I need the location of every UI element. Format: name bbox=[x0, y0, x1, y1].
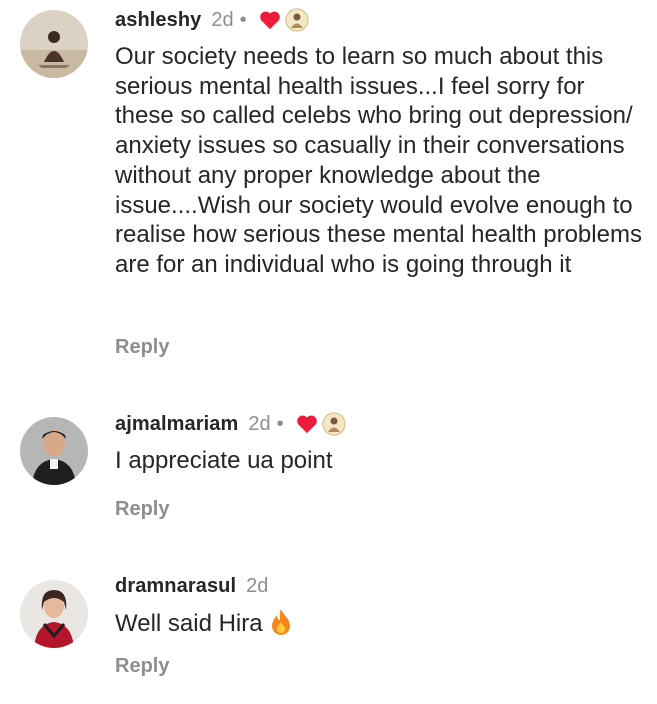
username[interactable]: ajmalmariam bbox=[115, 410, 238, 438]
username[interactable]: ashleshy bbox=[115, 6, 201, 34]
comment-text: Well said Hira bbox=[115, 608, 643, 639]
comment-meta: ajmalmariam 2d • bbox=[115, 410, 643, 438]
comment-meta: dramnarasul 2d bbox=[115, 572, 643, 600]
fire-icon bbox=[269, 608, 293, 636]
separator-dot: • bbox=[239, 9, 247, 31]
author-avatar-icon bbox=[284, 8, 309, 32]
reply-button[interactable]: Reply bbox=[115, 336, 169, 359]
reply-button[interactable]: Reply bbox=[115, 655, 169, 678]
timestamp: 2d bbox=[246, 575, 269, 597]
username[interactable]: dramnarasul bbox=[115, 572, 236, 600]
comment-text: Our society needs to learn so much about… bbox=[115, 43, 642, 278]
reply-button[interactable]: Reply bbox=[115, 498, 169, 521]
comment-meta: ashleshy 2d • bbox=[115, 6, 643, 34]
heart-icon bbox=[259, 10, 281, 30]
avatar[interactable] bbox=[20, 580, 88, 648]
separator-dot: • bbox=[276, 413, 284, 435]
author-avatar-icon bbox=[321, 412, 346, 436]
heart-icon bbox=[296, 414, 318, 434]
timestamp: 2d bbox=[211, 9, 234, 31]
avatar[interactable] bbox=[20, 10, 88, 78]
timestamp: 2d bbox=[248, 413, 271, 435]
comment-text-content: Well said Hira bbox=[115, 610, 263, 637]
comment-text: I appreciate ua point bbox=[115, 447, 333, 474]
avatar[interactable] bbox=[20, 417, 88, 485]
